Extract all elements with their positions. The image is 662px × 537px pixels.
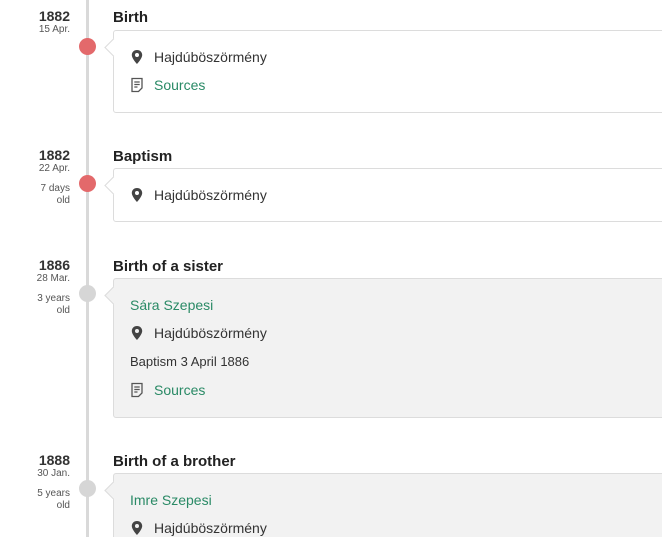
sources-link[interactable]: Sources [130, 381, 205, 399]
card-pointer [104, 286, 123, 305]
event-card: Imre Szepesi Hajdúböszörmény [104, 473, 662, 537]
event-date: 1888 30 Jan. 5 years old [0, 452, 70, 512]
map-pin-icon [131, 521, 143, 535]
event-age: 7 days old [40, 183, 70, 206]
person-link[interactable]: Imre Szepesi [130, 491, 212, 509]
event-age: 3 years old [37, 293, 70, 316]
place-row: Hajdúböszörmény [130, 324, 267, 342]
place-row: Hajdúböszörmény [130, 186, 267, 204]
event-card: Sára Szepesi Hajdúböszörmény Baptism 3 A… [104, 278, 662, 418]
place-name: Hajdúböszörmény [154, 325, 267, 341]
event-marker [79, 480, 96, 497]
event-card: Hajdúböszörmény Sources [104, 30, 662, 113]
sources-label: Sources [154, 77, 206, 93]
event-age: 5 years old [37, 488, 70, 511]
event-day: 30 Jan. [37, 468, 70, 479]
place-row: Hajdúböszörmény [130, 519, 267, 537]
event-note: Baptism 3 April 1886 [130, 354, 250, 369]
person-link[interactable]: Sára Szepesi [130, 296, 213, 314]
card-pointer [104, 38, 123, 57]
event-marker [79, 38, 96, 55]
sources-label: Sources [154, 382, 206, 398]
timeline-spine [86, 0, 89, 537]
place-name: Hajdúböszörmény [154, 520, 267, 536]
map-pin-icon [131, 326, 143, 340]
event-day: 22 Apr. [38, 163, 70, 174]
event-day: 28 Mar. [36, 273, 70, 284]
document-icon [131, 382, 143, 398]
event-date: 1886 28 Mar. 3 years old [0, 257, 70, 317]
place-name: Hajdúböszörmény [154, 187, 267, 203]
map-pin-icon [131, 188, 143, 202]
card-pointer [104, 481, 123, 500]
event-card: Hajdúböszörmény [104, 168, 662, 222]
event-year: 1882 [38, 147, 70, 163]
map-pin-icon [131, 50, 143, 64]
card-pointer [104, 176, 123, 195]
document-icon [131, 77, 143, 93]
event-title: Baptism [113, 148, 173, 165]
place-name: Hajdúböszörmény [154, 49, 267, 65]
place-row: Hajdúböszörmény [130, 48, 267, 66]
event-year: 1882 [38, 8, 70, 24]
event-title: Birth [113, 9, 148, 26]
event-date: 1882 15 Apr. [0, 8, 70, 36]
event-day: 15 Apr. [38, 24, 70, 35]
event-year: 1886 [38, 257, 70, 273]
timeline: 1882 15 Apr. Birth Hajdúböszörmény Sourc… [0, 0, 662, 537]
sources-link[interactable]: Sources [130, 76, 205, 94]
event-marker [79, 285, 96, 302]
event-date: 1882 22 Apr. 7 days old [0, 147, 70, 207]
event-year: 1888 [38, 452, 70, 468]
event-title: Birth of a brother [113, 453, 236, 470]
event-marker [79, 175, 96, 192]
event-title: Birth of a sister [113, 258, 224, 275]
